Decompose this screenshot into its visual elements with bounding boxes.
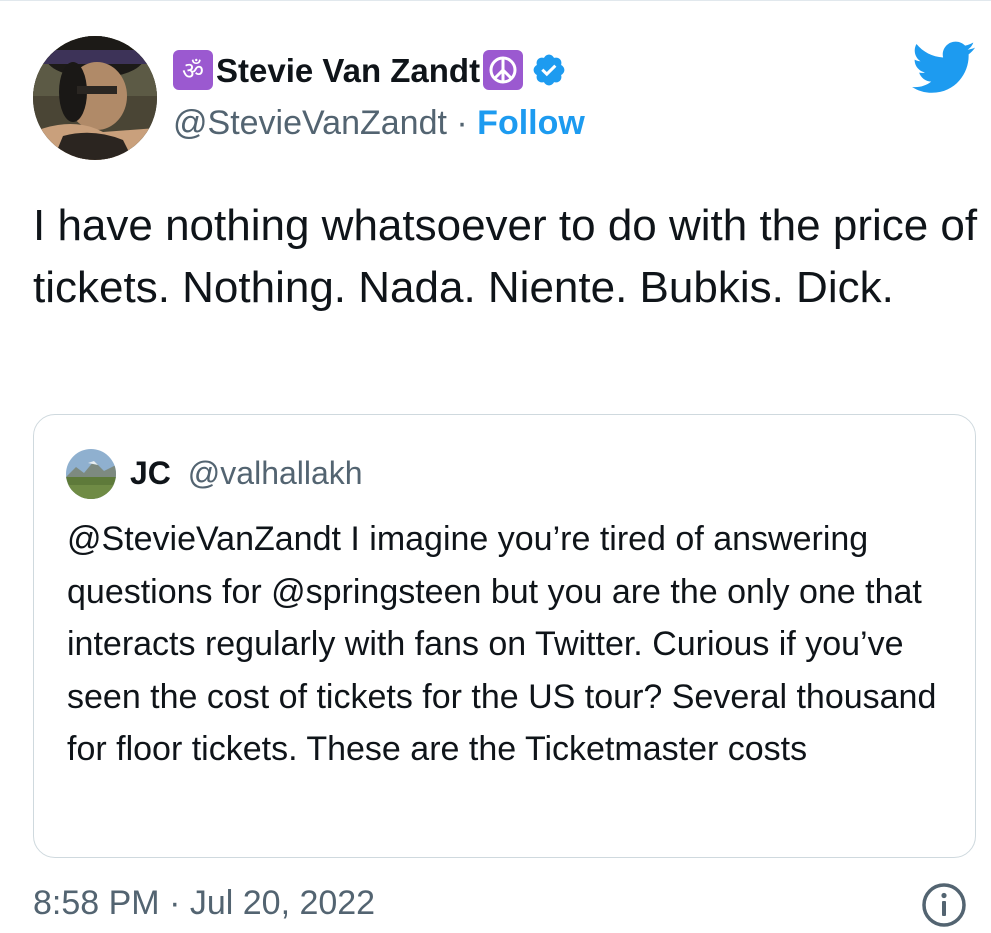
handle-separator: · <box>456 104 468 142</box>
svg-text:ॐ: ॐ <box>182 57 204 85</box>
author-handle-row: @StevieVanZandt · Follow <box>173 101 585 145</box>
tweet-timestamp[interactable]: 8:58 PM · Jul 20, 2022 <box>33 881 375 925</box>
quoted-author-name[interactable]: JC <box>130 455 171 491</box>
follow-button[interactable]: Follow <box>477 104 585 142</box>
twitter-logo-icon[interactable] <box>912 41 976 95</box>
peace-symbol-icon <box>483 50 524 90</box>
author-name-row[interactable]: ॐ Stevie Van Zandt <box>173 45 567 95</box>
om-symbol-icon: ॐ <box>173 50 213 90</box>
author-handle[interactable]: @StevieVanZandt <box>173 104 447 142</box>
author-avatar[interactable] <box>33 36 157 160</box>
quoted-tweet[interactable]: JC @valhallakh @StevieVanZandt I imagine… <box>33 414 976 858</box>
quoted-author-avatar[interactable] <box>66 449 116 499</box>
info-icon[interactable] <box>920 881 968 929</box>
quoted-tweet-text: @StevieVanZandt I imagine you’re tired o… <box>67 520 937 768</box>
tweet-card: ॐ Stevie Van Zandt @StevieVanZandt · Fol… <box>0 0 991 933</box>
quoted-author-handle[interactable]: @valhallakh <box>188 455 363 491</box>
quoted-author-header: JC @valhallakh <box>130 452 363 494</box>
author-display-name[interactable]: Stevie Van Zandt <box>216 54 480 87</box>
tweet-text: I have nothing whatsoever to do with the… <box>33 201 978 312</box>
verified-badge-icon <box>533 54 565 86</box>
